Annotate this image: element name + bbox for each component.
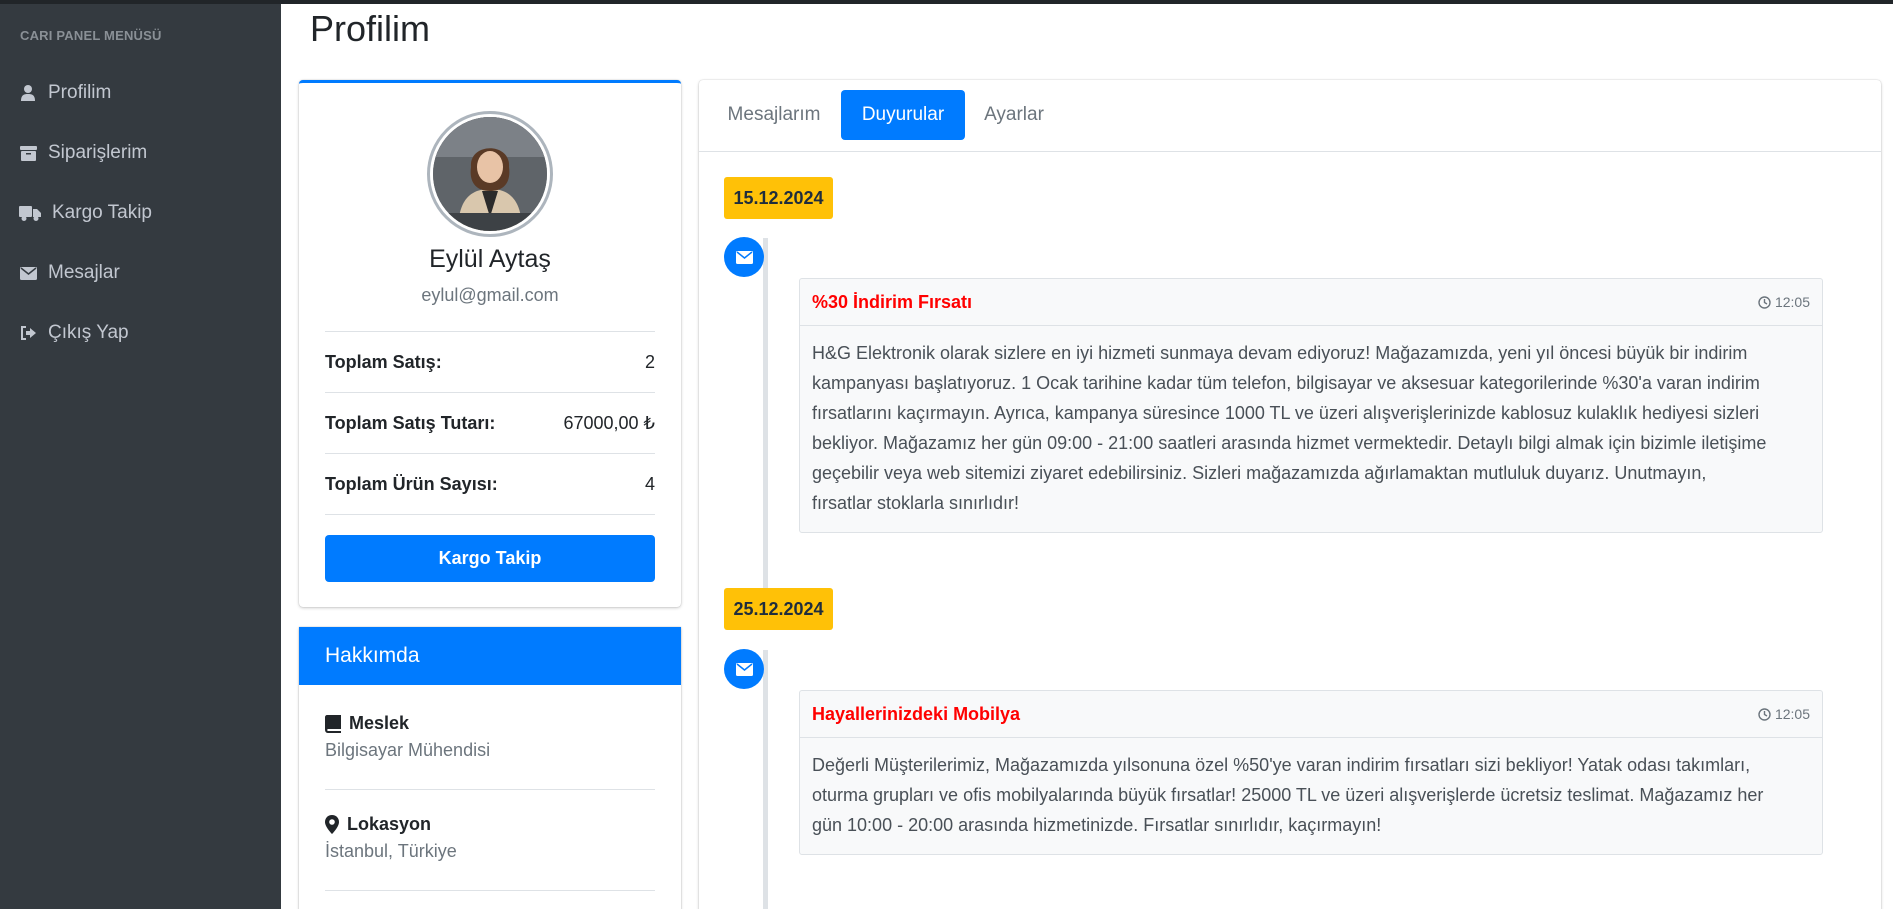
- sidebar-item-profilim[interactable]: Profilim: [18, 76, 111, 110]
- page-title: Profilim: [310, 8, 431, 49]
- body-line: gün 10:00 - 20:00 arasında hizmetinizde.…: [812, 815, 1382, 835]
- tab-ayarlar[interactable]: Ayarlar: [974, 90, 1054, 140]
- about-item-lokasyon: Lokasyon İstanbul, Türkiye: [325, 814, 655, 862]
- stat-total-amount: Toplam Satış Tutarı: 67000,00 ₺: [325, 392, 655, 453]
- sidebar-item-cikis-yap[interactable]: Çıkış Yap: [18, 316, 129, 350]
- stat-value: 67000,00 ₺: [563, 412, 655, 433]
- timeline-item-time: 12:05: [1758, 294, 1810, 310]
- user-icon: [18, 83, 38, 103]
- stat-label: Toplam Satış Tutarı:: [325, 412, 496, 433]
- timeline-item: %30 İndirim Fırsatı 12:05 H&G Elektronik…: [799, 278, 1823, 533]
- sidebar-item-siparislerim[interactable]: Siparişlerim: [18, 136, 147, 170]
- timeline-item-time: 12:05: [1758, 706, 1810, 722]
- stat-value: 2: [644, 351, 655, 372]
- map-marker-icon: [325, 815, 339, 834]
- stat-label: Toplam Ürün Sayısı:: [325, 473, 498, 494]
- clock-icon: [1758, 295, 1771, 309]
- divider: [325, 514, 655, 515]
- date-badge: 25.12.2024: [724, 588, 833, 630]
- body-line: Değerli Müşterilerimiz, Mağazamızda yıls…: [812, 755, 1751, 775]
- sidebar-item-label: Kargo Takip: [52, 202, 152, 223]
- tab-duyurular[interactable]: Duyurular: [841, 90, 965, 140]
- profile-card: Eylül Aytaş eylul@gmail.com Toplam Satış…: [299, 80, 681, 607]
- about-title: Lokasyon: [347, 814, 432, 834]
- stat-label: Toplam Satış:: [325, 351, 442, 372]
- about-text: İstanbul, Türkiye: [325, 841, 457, 861]
- avatar: [427, 111, 553, 237]
- about-card: Hakkımda Meslek Bilgisayar Mühendisi Lok…: [299, 627, 681, 909]
- kargo-takip-button[interactable]: Kargo Takip: [325, 535, 655, 582]
- sidebar-item-label: Mesajlar: [48, 262, 120, 283]
- about-header: Hakkımda: [299, 627, 681, 685]
- body-line: fırsatlarını kaçırmayın. Ayrıca, kampany…: [812, 403, 1760, 423]
- profile-email: eylul@gmail.com: [421, 285, 559, 305]
- timeline-item-title: %30 İndirim Fırsatı: [812, 291, 973, 312]
- truck-icon: [18, 203, 42, 223]
- timeline-item-body: H&G Elektronik olarak sizlere en iyi hiz…: [800, 326, 1822, 530]
- envelope-icon: [18, 263, 38, 283]
- stat-total-sales: Toplam Satış: 2: [325, 331, 655, 392]
- timeline-item: Hayallerinizdeki Mobilya 12:05 Değerli M…: [799, 690, 1823, 855]
- clock-icon: [1758, 707, 1771, 721]
- body-line: H&G Elektronik olarak sizlere en iyi hiz…: [812, 343, 1748, 363]
- body-line: oturma grupları ve ofis mobilyalarında b…: [812, 785, 1764, 805]
- divider: [325, 789, 655, 790]
- stat-value: 4: [644, 473, 655, 494]
- about-text: Bilgisayar Mühendisi: [325, 740, 491, 760]
- timeline-line: [763, 238, 768, 613]
- sidebar-item-kargo-takip[interactable]: Kargo Takip: [18, 196, 152, 230]
- tab-mesajlarim[interactable]: Mesajlarım: [717, 90, 831, 140]
- profile-name: Eylül Aytaş: [429, 245, 551, 273]
- body-line: geçebilir veya web sitemizi ziyaret edeb…: [812, 463, 1707, 483]
- divider: [325, 890, 655, 891]
- body-line: bekliyor. Mağazamız her gün 09:00 - 21:0…: [812, 433, 1767, 453]
- about-title: Meslek: [349, 713, 410, 733]
- envelope-icon: [724, 649, 764, 689]
- sign-out-icon: [18, 323, 38, 343]
- stat-total-products: Toplam Ürün Sayısı: 4: [325, 453, 655, 514]
- sidebar-header: CARI PANEL MENÜSÜ: [20, 28, 162, 43]
- sidebar: CARI PANEL MENÜSÜ Profilim Siparişlerim …: [0, 4, 281, 909]
- timeline-line: [763, 650, 768, 909]
- tabs-bar: Mesajlarım Duyurular Ayarlar: [699, 80, 1881, 152]
- sidebar-item-label: Çıkış Yap: [48, 322, 129, 343]
- sidebar-item-label: Siparişlerim: [48, 142, 148, 163]
- date-badge: 15.12.2024: [724, 177, 833, 219]
- timeline-item-title: Hayallerinizdeki Mobilya: [812, 703, 1021, 724]
- sidebar-item-mesajlar[interactable]: Mesajlar: [18, 256, 120, 290]
- book-icon: [325, 714, 341, 733]
- envelope-icon: [724, 237, 764, 277]
- sidebar-item-label: Profilim: [48, 82, 112, 103]
- box-icon: [18, 143, 38, 163]
- content-card: Mesajlarım Duyurular Ayarlar 15.12.2024 …: [699, 80, 1881, 909]
- timeline-item-body: Değerli Müşterilerimiz, Mağazamızda yıls…: [800, 738, 1822, 852]
- body-line: kampanyası başlatıyoruz. 1 Ocak tarihine…: [812, 373, 1760, 393]
- body-line: fırsatlar stoklarla sınırlıdır!: [812, 493, 1020, 513]
- about-item-meslek: Meslek Bilgisayar Mühendisi: [325, 713, 655, 761]
- top-border: [0, 0, 1893, 4]
